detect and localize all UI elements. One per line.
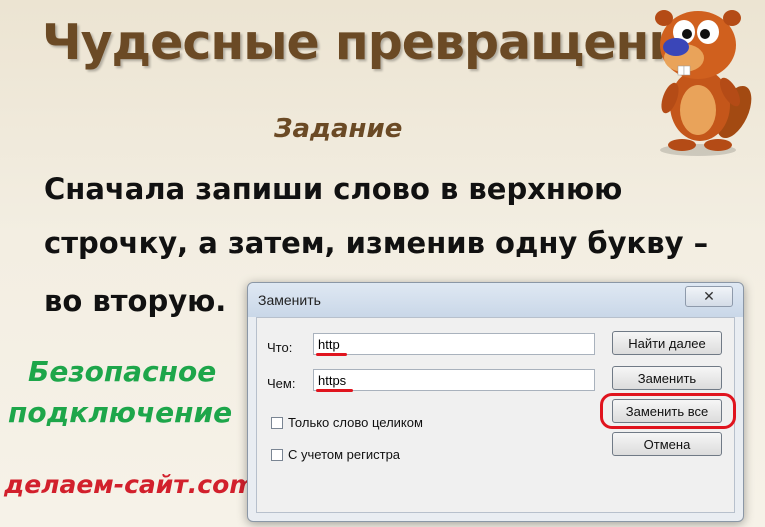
dialog-titlebar[interactable]: Заменить ✕ (248, 283, 743, 317)
dialog-body: Что: Чем: Только слово целиком С учетом … (256, 317, 736, 513)
slide-title: Чудесные превращения (42, 14, 713, 71)
task-text-line-2: строчку, а затем, изменив одну букву – (44, 226, 709, 260)
task-text-line-1: Сначала запиши слово в верхнюю (44, 172, 623, 206)
match-case-label: С учетом регистра (288, 447, 401, 462)
task-text-line-3: во вторую. (44, 284, 227, 318)
checkbox-icon[interactable] (271, 416, 283, 429)
whole-word-label: Только слово целиком (288, 415, 423, 430)
replace-input[interactable] (313, 369, 595, 391)
replace-label: Чем: (267, 376, 296, 391)
find-label: Что: (267, 340, 293, 355)
find-input[interactable] (313, 333, 595, 355)
checkbox-icon[interactable] (271, 448, 283, 461)
match-case-option[interactable]: С учетом регистра (271, 447, 400, 462)
replace-all-button[interactable]: Заменить все (612, 399, 722, 423)
beaver-mascot-icon (655, 10, 752, 156)
caption-line-1: Безопасное (28, 355, 217, 388)
task-heading: Задание (274, 114, 403, 144)
replace-underline-mark (316, 389, 353, 392)
replace-button[interactable]: Заменить (612, 366, 722, 390)
cancel-button[interactable]: Отмена (612, 432, 722, 456)
close-button[interactable]: ✕ (685, 286, 733, 307)
close-icon: ✕ (703, 288, 715, 304)
dialog-title: Заменить (258, 292, 321, 308)
find-next-button[interactable]: Найти далее (612, 331, 722, 355)
caption-line-2: подключение (8, 396, 233, 429)
site-watermark: делаем-сайт.com (4, 470, 256, 499)
find-underline-mark (316, 353, 347, 356)
whole-word-option[interactable]: Только слово целиком (271, 415, 423, 430)
replace-dialog: Заменить ✕ Что: Чем: Только слово целико… (247, 282, 744, 522)
